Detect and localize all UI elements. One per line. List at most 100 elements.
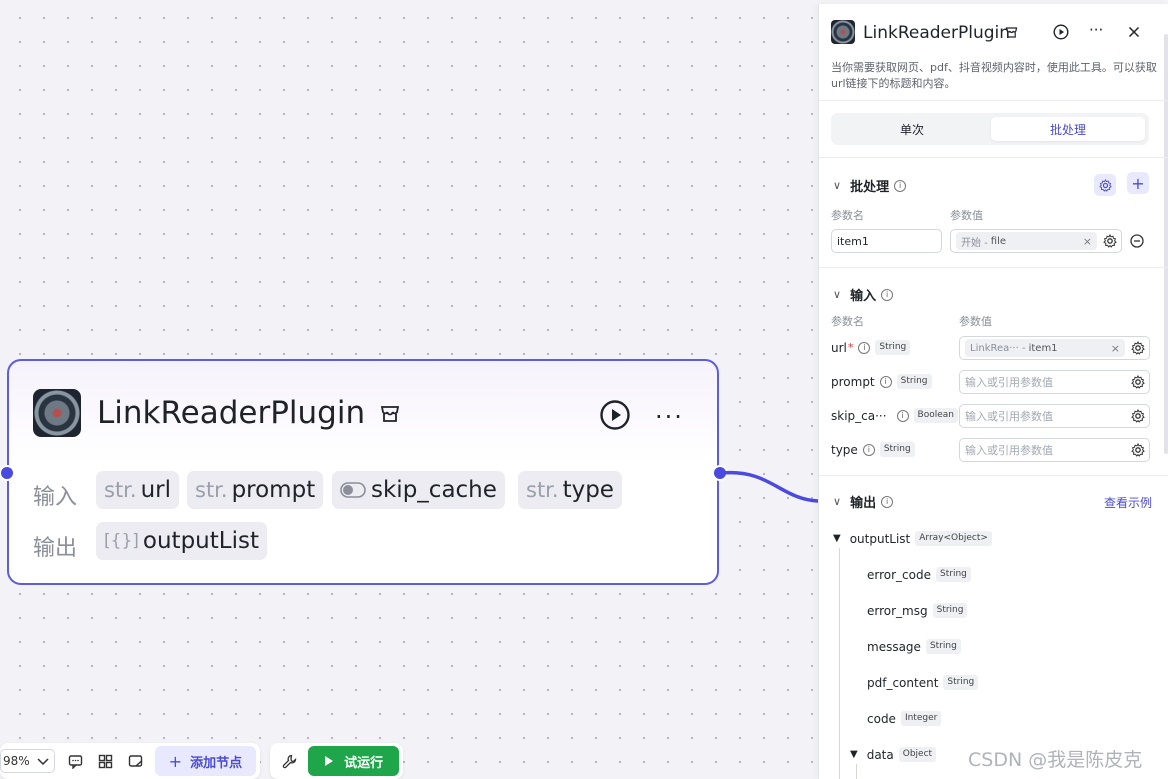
tree-guide-line [856, 764, 857, 779]
type-value-input[interactable]: 输入或引用参数值 [959, 438, 1150, 462]
node-input-chip: skip_cache [332, 471, 505, 509]
caret-down-icon: ▼ [833, 533, 841, 544]
comment-icon[interactable] [61, 747, 91, 775]
divider [819, 100, 1168, 101]
type-badge: String [925, 639, 961, 654]
minimap-icon[interactable] [121, 747, 151, 775]
column-header-value: 参数值 [959, 315, 992, 328]
plugin-node[interactable]: LinkReaderPlugin ··· 输入 str. url str. pr… [7, 359, 719, 585]
type-badge: String [896, 374, 932, 389]
tree-row-field: code Integer [867, 711, 942, 726]
type-badge: String [879, 442, 915, 457]
gear-icon[interactable] [1131, 409, 1145, 423]
batch-param-name-input[interactable]: item1 [831, 229, 942, 253]
more-icon[interactable]: ··· [655, 403, 684, 431]
node-config-panel: LinkReaderPlugin ··· 当你需要获取网页、pdf、抖音视频内容… [818, 4, 1168, 779]
chevron-down-icon: ∨ [833, 179, 842, 192]
gear-icon[interactable] [1131, 341, 1145, 355]
prompt-value-input[interactable]: 输入或引用参数值 [959, 370, 1150, 394]
column-header-value: 参数值 [950, 209, 983, 222]
param-label-type: type i String [831, 442, 915, 457]
skip-cache-value-input[interactable]: 输入或引用参数值 [959, 404, 1150, 428]
divider [819, 157, 1168, 158]
param-label-skip-cache: skip_ca··· i Boolean [831, 408, 958, 423]
node-output-chip: [{}] outputList [96, 522, 267, 560]
string-type-icon: str. [195, 478, 228, 502]
close-icon[interactable] [1128, 26, 1140, 38]
param-label-url: url * i String [831, 340, 911, 355]
tree-row-data[interactable]: ▼ data Object [850, 747, 937, 762]
zoom-select[interactable]: 98% [0, 749, 55, 773]
type-badge: String [875, 340, 911, 355]
gear-icon[interactable] [1131, 443, 1145, 457]
batch-settings-button[interactable] [1094, 174, 1116, 196]
plus-icon: + [1131, 173, 1145, 193]
info-icon[interactable]: i [881, 495, 894, 508]
store-icon[interactable] [1005, 26, 1018, 39]
panel-description: 当你需要获取网页、pdf、抖音视频内容时，使用此工具。可以获取url链接下的标题… [831, 61, 1157, 90]
remove-icon[interactable] [1130, 234, 1144, 248]
more-icon[interactable]: ··· [1089, 21, 1103, 39]
plus-icon: + [168, 751, 183, 771]
info-icon[interactable]: i [858, 341, 871, 354]
layout-icon[interactable] [91, 747, 121, 775]
watermark: CSDN @我是陈皮克 [968, 749, 1143, 771]
divider [819, 475, 1168, 476]
chevron-down-icon [37, 758, 49, 766]
tab-single[interactable]: 单次 [835, 117, 989, 141]
info-icon[interactable]: i [896, 409, 909, 422]
url-value-input[interactable]: LinkRea··· - item1 × [959, 336, 1150, 360]
info-icon[interactable]: i [881, 288, 894, 301]
view-example-link[interactable]: 查看示例 [1104, 494, 1152, 511]
input-section-header[interactable]: ∨ 输入 i [833, 285, 894, 304]
panel-title: LinkReaderPlugin [863, 23, 1011, 43]
tree-row-field: error_msg String [867, 603, 968, 618]
tree-row-outputlist[interactable]: ▼ outputList Array<Object> [833, 531, 992, 546]
divider [819, 267, 1168, 268]
type-badge: Integer [900, 711, 942, 726]
gear-icon[interactable] [1131, 375, 1145, 389]
batch-param-value-input[interactable]: 开始 - file × [950, 229, 1122, 253]
reference-tag: LinkRea··· - item1 × [965, 339, 1125, 357]
gear-icon [1098, 178, 1112, 192]
type-badge: String [943, 675, 979, 690]
output-section-header[interactable]: ∨ 输出 i [833, 492, 894, 511]
gear-icon[interactable] [1103, 234, 1117, 248]
mode-tabs: 单次 批处理 [831, 113, 1149, 145]
wrench-icon[interactable] [274, 747, 304, 775]
node-input-chip: str. url [96, 471, 179, 509]
add-node-button[interactable]: + 添加节点 [154, 746, 257, 776]
store-icon[interactable] [379, 403, 401, 425]
type-badge: Object [898, 747, 937, 762]
tree-guide-line [839, 548, 840, 779]
toolbar-tools-group: 98% + 添加节点 [0, 743, 261, 779]
add-batch-param-button[interactable]: + [1127, 172, 1149, 194]
play-icon[interactable] [599, 399, 631, 431]
panel-scrollbar[interactable] [1164, 34, 1168, 454]
type-badge: Array<Object> [915, 531, 992, 546]
node-input-chip: str. type [518, 471, 622, 509]
type-badge: String [932, 603, 968, 618]
array-object-icon: [{}] [104, 531, 139, 551]
clear-icon[interactable]: × [1111, 342, 1120, 355]
info-icon[interactable]: i [862, 443, 875, 456]
info-icon[interactable]: i [879, 375, 892, 388]
column-header-name: 参数名 [831, 209, 864, 222]
connection-edge [721, 470, 819, 503]
tab-batch[interactable]: 批处理 [991, 117, 1145, 141]
info-icon[interactable]: i [894, 179, 907, 192]
node-output-label: 输出 [33, 536, 78, 561]
canvas-toolbar: 98% + 添加节点 试运行 [0, 743, 413, 779]
tree-row-field: error_code String [867, 567, 971, 582]
caret-down-icon: ▼ [850, 749, 858, 760]
plugin-logo [831, 20, 855, 44]
play-icon[interactable] [1053, 24, 1069, 40]
reference-tag: 开始 - file × [956, 232, 1097, 250]
toolbar-run-group: 试运行 [270, 743, 404, 779]
trial-run-button[interactable]: 试运行 [308, 746, 400, 776]
batch-section-header[interactable]: ∨ 批处理 i [833, 176, 907, 195]
chevron-down-icon: ∨ [833, 495, 842, 508]
param-label-prompt: prompt i String [831, 374, 932, 389]
clear-icon[interactable]: × [1083, 235, 1092, 248]
string-type-icon: str. [104, 478, 137, 502]
